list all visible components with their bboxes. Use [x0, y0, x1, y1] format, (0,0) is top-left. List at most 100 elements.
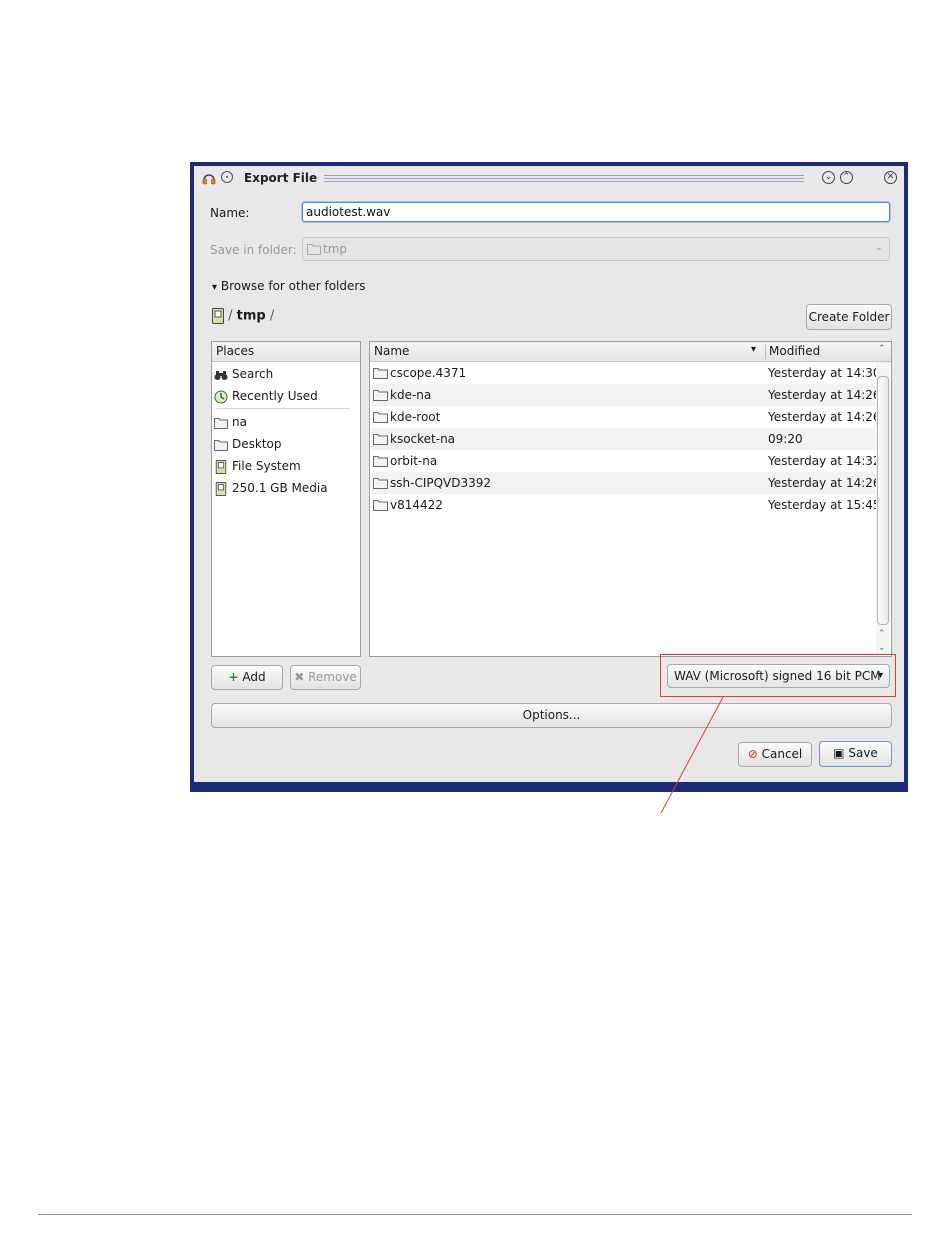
file-list-scrollbar[interactable]: ⌃ ⌃ ⌄: [876, 344, 890, 655]
places-divider: [216, 408, 350, 409]
window-title: Export File: [244, 171, 318, 185]
path-bar: / tmp /: [212, 308, 274, 324]
folder-icon: [373, 456, 388, 467]
folder-icon: [373, 478, 388, 489]
place-item-label: Desktop: [232, 437, 282, 451]
title-bar-decoration: [324, 175, 804, 182]
column-header-name[interactable]: Name: [374, 344, 409, 358]
path-separator: /: [228, 308, 233, 324]
file-name: kde-root: [390, 410, 441, 424]
save-button[interactable]: ▣ Save: [819, 741, 892, 767]
place-item-recently-used[interactable]: Recently Used: [214, 386, 318, 406]
callout-line: [660, 696, 724, 814]
place-item-label: Search: [232, 367, 274, 381]
place-item-search[interactable]: Search: [214, 364, 273, 384]
browse-expander[interactable]: ▾ Browse for other folders: [212, 279, 366, 293]
places-panel: Places Search Recently Used na Desktop F…: [211, 341, 361, 657]
file-modified: Yesterday at 14:26: [768, 410, 881, 424]
browse-label: Browse for other folders: [220, 279, 366, 293]
minimize-icon[interactable]: ⌄: [822, 171, 835, 184]
folder-icon: [373, 500, 388, 511]
path-separator: /: [269, 308, 275, 324]
cancel-label: Cancel: [761, 747, 803, 761]
place-item-label: 250.1 GB Media: [232, 481, 328, 495]
maximize-icon[interactable]: ⌃: [840, 171, 853, 184]
save-in-folder-label: Save in folder:: [210, 243, 297, 257]
file-row[interactable]: cscope.4371 Yesterday at 14:30: [371, 362, 881, 384]
place-item-file-system[interactable]: File System: [214, 456, 301, 476]
file-type-highlight-box: [660, 654, 896, 697]
name-label: Name:: [210, 206, 250, 220]
options-button[interactable]: Options...: [211, 703, 892, 728]
scroll-up-icon[interactable]: ⌃: [878, 344, 886, 354]
scroll-down-icon[interactable]: ⌄: [878, 643, 886, 653]
save-label: Save: [848, 746, 878, 760]
add-label: Add: [242, 670, 266, 684]
pin-icon[interactable]: [221, 171, 233, 183]
file-name: cscope.4371: [390, 366, 467, 380]
create-folder-button[interactable]: Create Folder: [806, 304, 892, 330]
file-name: orbit-na: [390, 454, 438, 468]
file-list-header: Name ▾ Modified: [370, 342, 891, 362]
folder-icon: [214, 439, 228, 451]
binoculars-icon: [214, 370, 228, 380]
column-divider: [765, 344, 766, 359]
folder-icon: [373, 390, 388, 401]
places-header-label: Places: [216, 344, 255, 358]
place-item-desktop[interactable]: Desktop: [214, 434, 282, 454]
cancel-icon: ⊘: [747, 747, 758, 761]
name-input[interactable]: [302, 202, 890, 222]
file-list-panel: Name ▾ Modified cscope.4371 Yesterday at…: [369, 341, 892, 657]
place-item-na[interactable]: na: [214, 412, 247, 432]
place-item-media[interactable]: 250.1 GB Media: [214, 478, 328, 498]
file-name: ksocket-na: [390, 432, 456, 446]
floppy-icon: ▣: [833, 746, 845, 760]
file-row[interactable]: kde-na Yesterday at 14:26: [371, 384, 881, 406]
file-row[interactable]: v814422 Yesterday at 15:45: [371, 494, 881, 516]
drive-icon: [215, 459, 227, 474]
place-item-label: na: [232, 415, 247, 429]
chevron-down-icon: ▾: [212, 282, 218, 293]
save-in-folder-combo: tmp ⌄: [302, 237, 890, 261]
folder-icon: [373, 412, 388, 423]
page-footer-rule: [38, 1214, 912, 1215]
file-modified: Yesterday at 14:26: [768, 388, 881, 402]
save-in-folder-value: tmp: [323, 242, 348, 256]
cancel-button[interactable]: ⊘ Cancel: [738, 742, 812, 767]
file-row[interactable]: ssh-CIPQVD3392 Yesterday at 14:26: [371, 472, 881, 494]
place-item-label: Recently Used: [232, 389, 318, 403]
file-name: kde-na: [390, 388, 432, 402]
place-item-label: File System: [232, 459, 301, 473]
chevron-down-icon: ⌄: [874, 242, 883, 253]
file-modified: Yesterday at 15:45: [768, 498, 881, 512]
remove-x-icon: ✖: [294, 670, 305, 684]
folder-icon: [373, 368, 388, 379]
plus-icon: +: [228, 670, 239, 684]
file-row[interactable]: ksocket-na 09:20: [371, 428, 875, 450]
column-header-modified[interactable]: Modified: [769, 344, 820, 358]
places-header[interactable]: Places: [212, 342, 360, 362]
folder-icon: [214, 417, 228, 429]
drive-icon: [215, 481, 227, 496]
file-modified: Yesterday at 14:32: [768, 454, 881, 468]
file-row[interactable]: kde-root Yesterday at 14:26: [371, 406, 881, 428]
file-row[interactable]: orbit-na Yesterday at 14:32: [371, 450, 881, 472]
close-icon[interactable]: ✕: [884, 171, 897, 184]
scrollbar-thumb[interactable]: [877, 376, 889, 625]
add-place-button[interactable]: + Add: [211, 665, 283, 690]
folder-icon: [307, 244, 321, 255]
headphones-icon: [202, 174, 216, 185]
file-modified: Yesterday at 14:26: [768, 476, 881, 490]
scroll-up-icon[interactable]: ⌃: [878, 629, 886, 639]
sort-chevron-icon: ▾: [751, 344, 757, 355]
file-name: ssh-CIPQVD3392: [390, 476, 492, 490]
file-name: v814422: [390, 498, 443, 512]
recent-icon: [214, 390, 228, 403]
remove-label: Remove: [308, 670, 357, 684]
export-file-dialog: Export File ⌄ ⌃ ✕ Name: Save in folder: …: [190, 162, 908, 792]
path-current[interactable]: tmp: [237, 309, 266, 324]
title-bar[interactable]: Export File ⌄ ⌃ ✕: [194, 166, 904, 192]
drive-icon[interactable]: [212, 308, 224, 324]
file-modified: Yesterday at 14:30: [768, 366, 881, 380]
folder-icon: [373, 434, 388, 445]
